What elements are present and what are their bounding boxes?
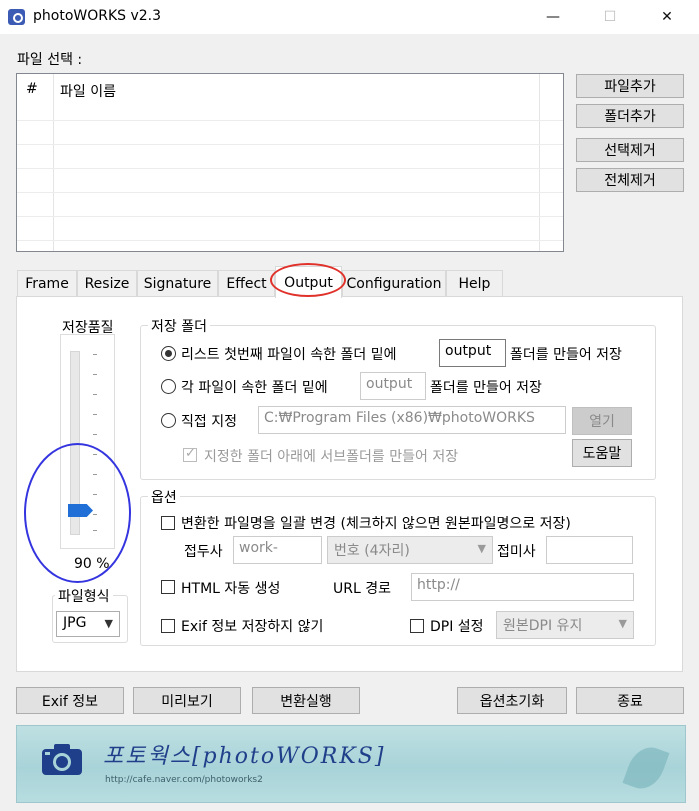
preview-button[interactable]: 미리보기 <box>133 687 241 714</box>
convert-button[interactable]: 변환실행 <box>252 687 360 714</box>
save-folder-option2-suffix: 폴더를 만들어 저장 <box>430 380 542 396</box>
file-format-select[interactable]: JPG ▼ <box>56 611 120 637</box>
suffix-label: 접미사 <box>497 544 536 560</box>
exif-check-label[interactable]: Exif 정보 저장하지 않기 <box>181 616 323 636</box>
leaf-decoration <box>622 741 670 795</box>
column-divider <box>539 74 540 251</box>
remove-all-button[interactable]: 전체제거 <box>576 168 684 192</box>
chevron-down-icon: ▼ <box>477 542 486 555</box>
save-folder-option1-label[interactable]: 리스트 첫번째 파일이 속한 폴더 밑에 <box>181 344 396 364</box>
subfolder-check-label: 지정한 폴더 아래에 서브폴더를 만들어 저장 <box>204 449 459 465</box>
remove-selected-button[interactable]: 선택제거 <box>576 138 684 162</box>
html-check-label[interactable]: HTML 자동 생성 <box>181 578 280 598</box>
file-select-label: 파일 선택 : <box>17 52 83 68</box>
file-format-value: JPG <box>63 615 87 631</box>
save-folder-option3-label[interactable]: 직접 지정 <box>181 411 237 431</box>
help-button[interactable]: 도움말 <box>572 439 632 467</box>
save-folder-option3-radio[interactable] <box>161 413 176 428</box>
options-label: 옵션 <box>148 487 180 507</box>
suffix-input[interactable] <box>546 536 633 564</box>
tab-signature[interactable]: Signature <box>137 270 218 297</box>
camera-icon <box>42 744 82 775</box>
highlight-circle-output-tab <box>270 263 346 297</box>
tab-effect[interactable]: Effect <box>218 270 275 297</box>
url-path-label: URL 경로 <box>333 581 391 597</box>
dpi-select-value: 원본DPI 유지 <box>503 618 583 634</box>
tab-configuration[interactable]: Configuration <box>342 270 446 297</box>
app-camera-icon <box>8 9 25 25</box>
exif-checkbox[interactable] <box>161 619 175 633</box>
file-list[interactable]: # 파일 이름 <box>16 73 564 252</box>
column-header-number[interactable]: # <box>26 81 38 97</box>
window-title: photoWORKS v2.3 <box>33 8 162 24</box>
exif-info-button[interactable]: Exif 정보 <box>16 687 124 714</box>
save-folder-option2-label[interactable]: 각 파일이 속한 폴더 밑에 <box>181 377 328 397</box>
subfolder-checkbox[interactable] <box>183 446 197 462</box>
file-format-label: 파일형식 <box>55 586 113 606</box>
custom-path-input[interactable]: C:₩Program Files (x86)₩photoWORKS <box>258 406 566 434</box>
tab-frame[interactable]: Frame <box>17 270 77 297</box>
rename-check-label[interactable]: 변환한 파일명을 일괄 변경 (체크하지 않으면 원본파일명으로 저장) <box>181 513 571 533</box>
banner-title: 포토웍스[photoWORKS] <box>103 744 386 769</box>
option1-folder-input[interactable]: output <box>439 339 506 367</box>
chevron-down-icon: ▼ <box>618 617 627 630</box>
save-folder-option1-suffix: 폴더를 만들어 저장 <box>510 347 622 363</box>
dpi-check-label[interactable]: DPI 설정 <box>430 616 484 636</box>
save-folder-option1-radio[interactable] <box>161 346 176 361</box>
title-bar: photoWORKS v2.3 — ☐ ✕ <box>0 0 699 34</box>
number-format-value: 번호 (4자리) <box>334 543 410 559</box>
tab-help[interactable]: Help <box>446 270 503 297</box>
tab-resize[interactable]: Resize <box>77 270 137 297</box>
option2-folder-input[interactable]: output <box>360 372 426 400</box>
save-folder-label: 저장 폴더 <box>148 316 210 336</box>
rename-checkbox[interactable] <box>161 516 175 530</box>
reset-options-button[interactable]: 옵션초기화 <box>457 687 567 714</box>
add-folder-button[interactable]: 폴더추가 <box>576 104 684 128</box>
open-folder-button[interactable]: 열기 <box>572 407 632 435</box>
close-button[interactable]: ✕ <box>644 0 690 34</box>
exit-button[interactable]: 종료 <box>576 687 684 714</box>
save-folder-option2-radio[interactable] <box>161 379 176 394</box>
url-path-input[interactable]: http:// <box>411 573 634 601</box>
prefix-label: 접두사 <box>184 544 223 560</box>
chevron-down-icon: ▼ <box>104 617 113 630</box>
banner-url[interactable]: http://cafe.naver.com/photoworks2 <box>105 775 263 785</box>
dpi-checkbox[interactable] <box>410 619 424 633</box>
column-divider <box>53 74 54 251</box>
number-format-select[interactable]: 번호 (4자리) ▼ <box>327 536 493 564</box>
add-file-button[interactable]: 파일추가 <box>576 74 684 98</box>
html-checkbox[interactable] <box>161 580 175 594</box>
highlight-circle-quality <box>24 443 131 583</box>
banner[interactable]: 포토웍스[photoWORKS] http://cafe.naver.com/p… <box>16 725 686 803</box>
maximize-button[interactable]: ☐ <box>587 0 633 34</box>
minimize-button[interactable]: — <box>530 0 576 34</box>
column-header-filename[interactable]: 파일 이름 <box>60 81 116 101</box>
prefix-input[interactable]: work- <box>233 536 322 564</box>
dpi-select[interactable]: 원본DPI 유지 ▼ <box>496 611 634 639</box>
